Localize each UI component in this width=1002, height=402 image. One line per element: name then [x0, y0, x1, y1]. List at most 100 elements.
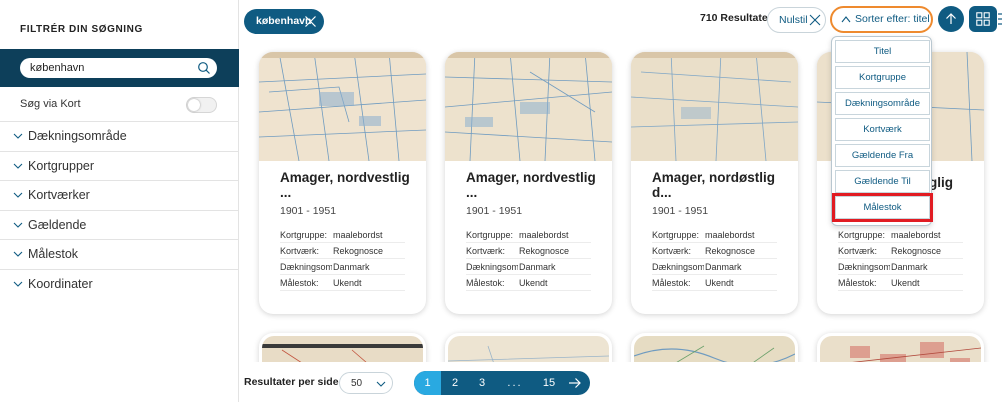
meta-value: Rekognosce	[705, 246, 756, 256]
chevron-down-icon	[13, 133, 23, 139]
meta-value: maalebordst	[519, 230, 569, 240]
facet-label: Kortværker	[28, 188, 90, 202]
map-card[interactable]: Amager, nordøstlig d... 1901 - 1951 Kort…	[631, 52, 798, 314]
meta-value: maalebordst	[705, 230, 755, 240]
reset-label: Nulstil	[779, 14, 808, 26]
map-thumbnail[interactable]	[631, 52, 798, 161]
meta-value: Ukendt	[333, 278, 362, 288]
meta-value: Danmark	[519, 262, 556, 272]
arrow-right-icon[interactable]	[568, 376, 582, 390]
grid-view-button[interactable]	[969, 6, 997, 32]
card-meta: Kortgruppe: maalebordst Kortværk: Rekognos…	[466, 227, 591, 291]
sort-option-titel[interactable]: Titel	[835, 40, 930, 63]
card-meta: Kortgruppe: maalebordst Kortværk: Rekognos…	[280, 227, 405, 291]
card-years: 1901 - 1951	[280, 205, 337, 217]
meta-row: Kortgruppe: maalebordst	[838, 227, 963, 243]
toggle-knob	[188, 99, 200, 111]
per-page-select[interactable]: 50	[339, 372, 393, 394]
facet-kortvaerker[interactable]: Kortværker	[0, 181, 239, 211]
map-card[interactable]: Amager, nordvestlig ... 1901 - 1951 Kort…	[445, 52, 612, 314]
meta-row: Kortgruppe: maalebordst	[652, 227, 777, 243]
meta-key: Dækningsom	[652, 262, 704, 272]
meta-key: Målestok:	[652, 278, 691, 288]
meta-value: Ukendt	[705, 278, 734, 288]
meta-row: Kortværk: Rekognosce	[466, 243, 591, 259]
sort-direction-button[interactable]	[938, 6, 964, 32]
map-image	[445, 52, 612, 161]
meta-row: Kortværk: Rekognosce	[280, 243, 405, 259]
facet-maalestok[interactable]: Målestok	[0, 240, 239, 270]
sort-label: Sorter efter: titel	[855, 13, 930, 25]
map-search-toggle[interactable]	[186, 97, 217, 113]
reset-button[interactable]: Nulstil	[767, 7, 826, 33]
meta-value: Rekognosce	[333, 246, 384, 256]
meta-key: Målestok:	[280, 278, 319, 288]
meta-key: Kortgruppe:	[652, 230, 700, 240]
meta-row: Dækningsom Danmark	[280, 259, 405, 275]
meta-value: Danmark	[705, 262, 742, 272]
arrow-up-icon	[946, 13, 956, 24]
meta-row: Dækningsom Danmark	[652, 259, 777, 275]
sort-option-gaeldende-fra[interactable]: Gældende Fra	[835, 144, 930, 167]
facet-list: Dækningsområde Kortgrupper Kortværker Gæ…	[0, 122, 239, 299]
page-1[interactable]: 1	[414, 371, 441, 395]
filter-sidebar: FILTRÉR DIN SØGNING Søg via Kort Dækning…	[0, 0, 239, 402]
close-icon	[809, 14, 821, 26]
search-box[interactable]	[20, 58, 217, 78]
list-view-icon[interactable]	[998, 10, 1002, 28]
sort-option-daekningsomraade[interactable]: Dækningsområde	[835, 92, 930, 115]
grid-icon	[976, 12, 990, 26]
meta-value: maalebordst	[333, 230, 383, 240]
facet-gaeldende[interactable]: Gældende	[0, 211, 239, 240]
card-meta: Kortgruppe: maalebordst Kortværk: Rekognos…	[838, 227, 963, 291]
page-15[interactable]: 15	[536, 371, 562, 395]
search-icon[interactable]	[197, 61, 211, 75]
sort-option-maalestok[interactable]: Målestok	[832, 193, 933, 222]
facet-kortgrupper[interactable]: Kortgrupper	[0, 152, 239, 181]
card-title[interactable]: Amager, nordvestlig ...	[280, 170, 410, 200]
close-icon[interactable]	[304, 15, 317, 28]
sort-option-gaeldende-til[interactable]: Gældende Til	[835, 170, 930, 193]
facet-koordinater[interactable]: Koordinater	[0, 270, 239, 300]
card-title[interactable]: Amager, nordøstlig d...	[652, 170, 782, 200]
meta-key: Dækningsom	[280, 262, 332, 272]
meta-row: Målestok: Ukendt	[838, 275, 963, 291]
pager: 1 2 3 ... 15	[414, 371, 590, 395]
page-2[interactable]: 2	[442, 371, 468, 395]
chevron-down-icon	[13, 281, 23, 287]
card-title[interactable]: glig	[929, 175, 1002, 190]
sort-option-kortgruppe[interactable]: Kortgruppe	[835, 66, 930, 89]
results-count: 710 Resultater	[700, 12, 772, 24]
meta-key: Kortværk:	[838, 246, 878, 256]
meta-key: Dækningsom	[838, 262, 890, 272]
map-image	[631, 52, 798, 161]
map-search-label: Søg via Kort	[20, 98, 81, 110]
map-card[interactable]: Amager, nordvestlig ... 1901 - 1951 Kort…	[259, 52, 426, 314]
sort-menu: Titel Kortgruppe Dækningsområde Kortværk…	[831, 36, 933, 226]
facet-label: Koordinater	[28, 276, 93, 291]
card-years: 1901 - 1951	[652, 205, 709, 217]
page-3[interactable]: 3	[469, 371, 495, 395]
chevron-up-icon	[841, 16, 851, 23]
meta-key: Kortværk:	[466, 246, 506, 256]
facet-label: Målestok	[28, 247, 79, 261]
meta-row: Målestok: Ukendt	[280, 275, 405, 291]
filter-chip-kobenhavn[interactable]: københavn	[244, 9, 324, 34]
per-page-value: 50	[351, 378, 363, 389]
sort-option-kortvaerk[interactable]: Kortværk	[835, 118, 930, 141]
meta-value: Rekognosce	[519, 246, 570, 256]
facet-label: Kortgrupper	[28, 158, 95, 173]
meta-row: Kortgruppe: maalebordst	[280, 227, 405, 243]
map-thumbnail[interactable]	[259, 52, 426, 161]
sort-dropdown-button[interactable]: Sorter efter: titel	[830, 6, 933, 33]
card-years: 1901 - 1951	[466, 205, 523, 217]
card-meta: Kortgruppe: maalebordst Kortværk: Rekognos…	[652, 227, 777, 291]
chevron-down-icon	[13, 251, 23, 257]
map-thumbnail[interactable]	[445, 52, 612, 161]
meta-value: maalebordst	[891, 230, 941, 240]
meta-value: Danmark	[333, 262, 370, 272]
chevron-down-icon	[13, 163, 23, 169]
search-input[interactable]	[30, 60, 190, 76]
facet-daekningsomraade[interactable]: Dækningsområde	[0, 122, 239, 152]
card-title[interactable]: Amager, nordvestlig ...	[466, 170, 596, 200]
